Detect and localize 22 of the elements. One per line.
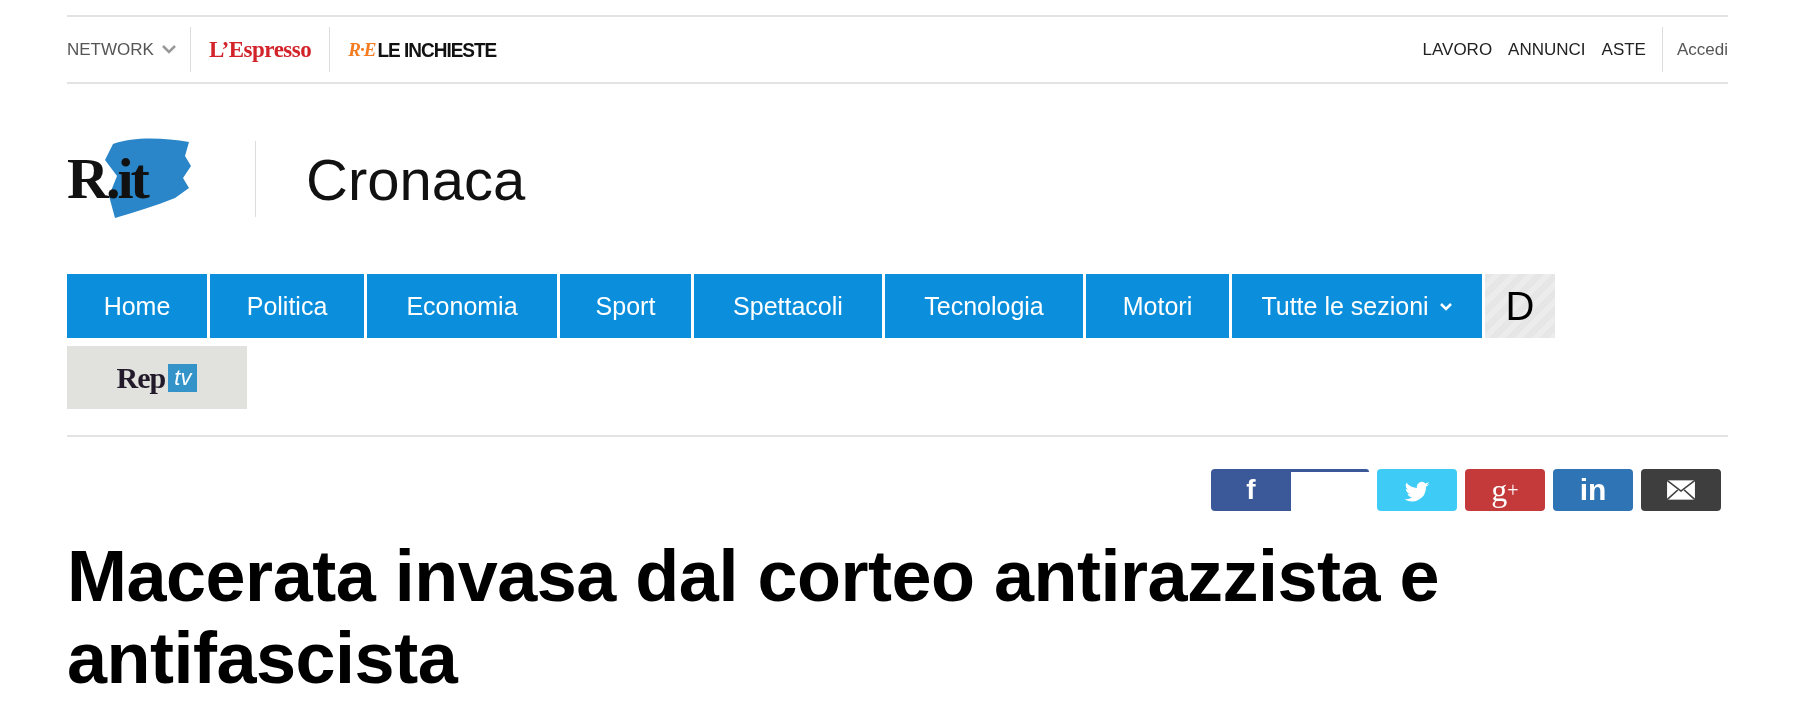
nav-tab[interactable]: Motori bbox=[1086, 274, 1229, 338]
googleplus-share-button[interactable]: g$^{+}$ bbox=[1465, 469, 1545, 511]
d-magazine-link[interactable]: D bbox=[1485, 274, 1555, 338]
nav-tab[interactable]: Home bbox=[67, 274, 207, 338]
linkedin-share-button[interactable]: in bbox=[1553, 469, 1633, 511]
top-link[interactable]: LAVORO bbox=[1422, 39, 1493, 60]
espresso-logo-link[interactable]: L’Espresso bbox=[208, 36, 312, 63]
nav-tab[interactable]: Spettacoli bbox=[694, 274, 882, 338]
top-link[interactable]: ANNUNCI bbox=[1508, 39, 1586, 60]
nav-tab[interactable]: Politica bbox=[210, 274, 364, 338]
top-link[interactable]: ASTE bbox=[1601, 39, 1646, 60]
facebook-share-button[interactable]: f bbox=[1211, 469, 1291, 511]
network-menu[interactable]: NETWORK bbox=[67, 39, 154, 60]
reptv-link[interactable]: Rep tv bbox=[67, 346, 247, 409]
login-link[interactable]: Accedi bbox=[1661, 27, 1728, 72]
sections-dropdown[interactable]: Tutte le sezioni bbox=[1232, 274, 1482, 338]
nav-tab[interactable]: Economia bbox=[367, 274, 557, 338]
article-headline: Macerata invasa dal corteo antirazzista e antifascista bbox=[67, 535, 1441, 699]
nav-tab[interactable]: Sport bbox=[560, 274, 691, 338]
nav-tab[interactable]: Tecnologia bbox=[885, 274, 1083, 338]
inchieste-logo-link[interactable]: R·ELE INCHIESTE bbox=[348, 38, 497, 61]
section-title: Cronaca bbox=[306, 145, 526, 213]
